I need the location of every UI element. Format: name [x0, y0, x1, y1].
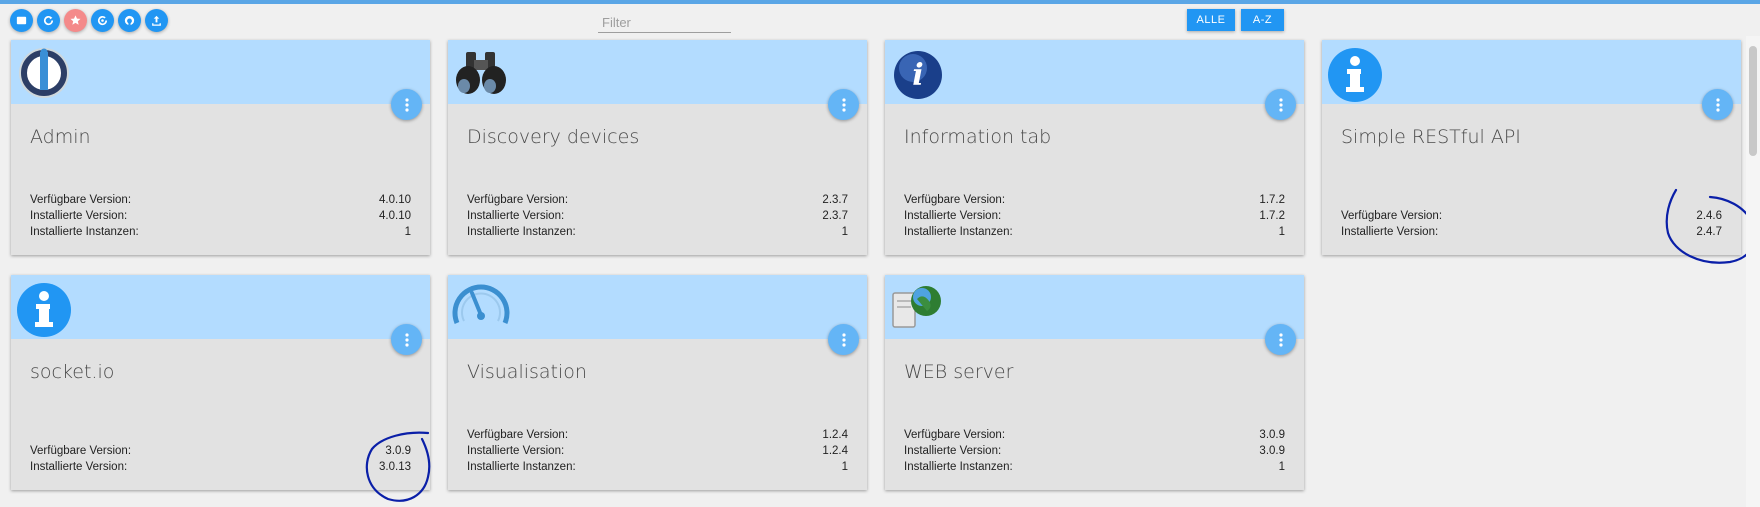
card-menu-button[interactable] [828, 89, 859, 120]
card-version-info: Verfügbare Version: 3.0.9 Installierte Ve… [30, 443, 411, 475]
adapter-card-discovery: Discovery devices Verfügbare Version: 2.3… [448, 40, 867, 255]
card-version-info: Verfügbare Version: 4.0.10 Installierte V… [30, 192, 411, 240]
filter-all-button[interactable]: ALLE [1187, 9, 1235, 31]
installed-version-label: Installierte Version: [904, 210, 1002, 222]
available-version-label: Verfügbare Version: [1341, 210, 1443, 222]
card-menu-button[interactable] [1265, 89, 1296, 120]
card-title: Discovery devices [467, 126, 640, 148]
web-server-globe-icon [889, 279, 947, 337]
installed-instances-label: Installierte Instanzen: [467, 226, 576, 238]
filter-input[interactable] [598, 12, 731, 32]
installed-version-label: Installierte Version: [30, 461, 128, 473]
adapter-card-admin: Admin Verfügbare Version: 4.0.10 Installi… [11, 40, 430, 255]
available-version-label: Verfügbare Version: [467, 194, 569, 206]
installed-version-value: 1.2.4 [822, 445, 848, 457]
card-header [11, 40, 430, 104]
available-version-value: 3.0.9 [1259, 429, 1285, 441]
card-header [448, 40, 867, 104]
available-version-label: Verfügbare Version: [467, 429, 569, 441]
card-menu-button[interactable] [391, 89, 422, 120]
binoculars-icon [452, 44, 510, 102]
adapter-card-simple-api: Simple RESTful API Verfügbare Version: 2.… [1322, 40, 1741, 255]
installed-version-value: 3.0.13 [379, 461, 411, 473]
card-menu-button[interactable] [1265, 324, 1296, 355]
installed-version-value: 2.3.7 [822, 210, 848, 222]
installed-version-label: Installierte Version: [1341, 226, 1439, 238]
available-version-label: Verfügbare Version: [30, 194, 132, 206]
installed-version-label: Installierte Version: [467, 210, 565, 222]
available-version-label: Verfügbare Version: [30, 445, 132, 457]
iobroker-logo-icon [15, 44, 73, 102]
top-accent-bar [0, 0, 1760, 4]
upload-icon[interactable] [145, 9, 168, 32]
refresh-icon[interactable] [37, 9, 60, 32]
update-icon[interactable] [91, 9, 114, 32]
card-header [1322, 40, 1741, 104]
scrollbar-thumb[interactable] [1749, 46, 1757, 156]
installed-instances-label: Installierte Instanzen: [904, 226, 1013, 238]
adapter-card-socketio: socket.io Verfügbare Version: 3.0.9 Insta… [11, 275, 430, 490]
installed-version-label: Installierte Version: [467, 445, 565, 457]
card-version-info: Verfügbare Version: 3.0.9 Installierte Ve… [904, 427, 1285, 475]
card-header [448, 275, 867, 339]
card-title: Simple RESTful API [1341, 126, 1521, 148]
installed-instances-label: Installierte Instanzen: [30, 226, 139, 238]
installed-instances-label: Installierte Instanzen: [904, 461, 1013, 473]
gauge-icon [452, 279, 510, 337]
installed-version-value: 3.0.9 [1259, 445, 1285, 457]
card-header [885, 275, 1304, 339]
installed-instances-value: 1 [841, 461, 848, 473]
card-version-info: Verfügbare Version: 1.7.2 Installierte Ve… [904, 192, 1285, 240]
card-title: socket.io [30, 361, 115, 383]
installed-version-label: Installierte Version: [904, 445, 1002, 457]
installed-version-label: Installierte Version: [30, 210, 128, 222]
installed-instances-value: 1 [1278, 461, 1285, 473]
info-icon [15, 279, 73, 337]
sort-az-button[interactable]: A-Z [1241, 9, 1284, 31]
info-globe-icon: i [889, 44, 947, 102]
toolbar-icons [10, 9, 168, 32]
card-version-info: Verfügbare Version: 2.4.6 Installierte Ve… [1341, 208, 1722, 240]
card-menu-button[interactable] [828, 324, 859, 355]
scrollbar[interactable] [1746, 36, 1760, 507]
adapter-card-info: i Information tab Verfügbare Version: 1.7… [885, 40, 1304, 255]
card-title: Information tab [904, 126, 1052, 148]
available-version-value: 2.4.6 [1696, 210, 1722, 222]
adapter-card-web: WEB server Verfügbare Version: 3.0.9 Inst… [885, 275, 1304, 490]
screen-icon[interactable] [10, 9, 33, 32]
card-header [885, 40, 1304, 104]
card-title: WEB server [904, 361, 1014, 383]
svg-text:i: i [912, 58, 923, 93]
adapter-card-vis: Visualisation Verfügbare Version: 1.2.4 I… [448, 275, 867, 490]
available-version-label: Verfügbare Version: [904, 429, 1006, 441]
filter-field [598, 12, 731, 33]
available-version-value: 1.7.2 [1259, 194, 1285, 206]
installed-instances-value: 1 [1278, 226, 1285, 238]
available-version-value: 2.3.7 [822, 194, 848, 206]
installed-instances-label: Installierte Instanzen: [467, 461, 576, 473]
card-version-info: Verfügbare Version: 1.2.4 Installierte Ve… [467, 427, 848, 475]
card-menu-button[interactable] [1702, 89, 1733, 120]
info-icon [1326, 44, 1384, 102]
installed-instances-value: 1 [841, 226, 848, 238]
installed-version-value: 1.7.2 [1259, 210, 1285, 222]
card-header [11, 275, 430, 339]
card-menu-button[interactable] [391, 324, 422, 355]
available-version-value: 1.2.4 [822, 429, 848, 441]
github-icon[interactable] [118, 9, 141, 32]
available-version-label: Verfügbare Version: [904, 194, 1006, 206]
available-version-value: 4.0.10 [379, 194, 411, 206]
card-version-info: Verfügbare Version: 2.3.7 Installierte Ve… [467, 192, 848, 240]
installed-version-value: 2.4.7 [1696, 226, 1722, 238]
card-title: Visualisation [467, 361, 587, 383]
installed-instances-value: 1 [404, 226, 411, 238]
installed-version-value: 4.0.10 [379, 210, 411, 222]
star-icon[interactable] [64, 9, 87, 32]
card-title: Admin [30, 126, 91, 148]
available-version-value: 3.0.9 [385, 445, 411, 457]
